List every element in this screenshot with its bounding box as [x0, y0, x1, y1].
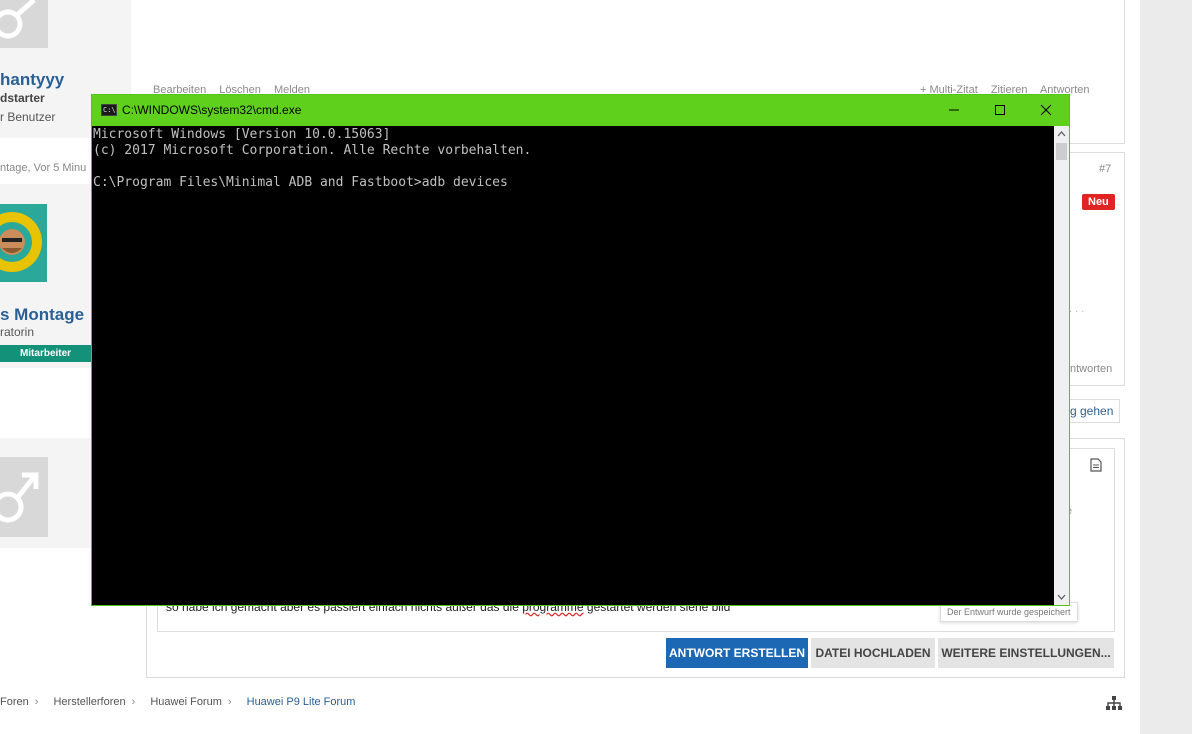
post1-user-title: r Benutzer: [0, 110, 56, 124]
avatar-photo-icon: [0, 212, 42, 272]
breadcrumb-item[interactable]: Foren: [0, 696, 29, 708]
reply-button[interactable]: ANTWORT ERSTELLEN: [666, 638, 808, 668]
staff-badge: Mitarbeiter: [0, 345, 91, 362]
document-icon[interactable]: [1090, 458, 1102, 472]
new-badge: Neu: [1082, 194, 1115, 210]
post2-signature-dots: . . .: [1069, 303, 1085, 315]
maximize-button[interactable]: [977, 95, 1023, 126]
male-symbol-icon: [0, 0, 36, 39]
more-settings-button[interactable]: WEITERE EINSTELLUNGEN...: [938, 638, 1114, 668]
post2-number[interactable]: #7: [1099, 163, 1111, 175]
post2-user-role: ratorin: [0, 325, 35, 339]
scroll-down-button[interactable]: [1054, 588, 1069, 605]
minimize-icon: [949, 109, 959, 111]
console-line: (c) 2017 Microsoft Corporation. Alle Rec…: [93, 143, 532, 158]
upload-file-button[interactable]: DATEI HOCHLADEN: [811, 638, 935, 668]
breadcrumb: Foren › Herstellerforen › Huawei Forum › Hu…: [0, 696, 361, 708]
post2-reply-link[interactable]: ntworten: [1070, 363, 1112, 375]
console-prompt-line: C:\Program Files\Minimal ADB and Fastboo…: [93, 175, 508, 190]
window-title: C:\WINDOWS\system32\cmd.exe: [122, 103, 302, 117]
scroll-up-button[interactable]: [1054, 126, 1069, 143]
breadcrumb-current[interactable]: Huawei P9 Lite Forum: [247, 696, 356, 708]
cmd-console-icon[interactable]: C:\: [101, 104, 117, 116]
post2-username[interactable]: s Montage: [0, 305, 84, 325]
cmd-titlebar[interactable]: C:\ C:\WINDOWS\system32\cmd.exe: [92, 95, 1069, 126]
male-symbol-icon: [0, 472, 39, 523]
post2-date: ntage, Vor 5 Minu: [0, 162, 87, 174]
chevron-down-icon: [1057, 594, 1066, 600]
breadcrumb-item[interactable]: Herstellerforen: [53, 696, 125, 708]
chevron-right-icon: ›: [227, 696, 232, 708]
maximize-icon: [995, 105, 1005, 115]
console-scrollbar[interactable]: [1054, 126, 1069, 605]
console-line: Microsoft Windows [Version 10.0.15063]: [93, 127, 391, 142]
cmd-window[interactable]: C:\ C:\WINDOWS\system32\cmd.exe Microsof…: [91, 94, 1070, 606]
reply-avatar[interactable]: [0, 457, 48, 537]
post1-username[interactable]: hantyyy: [0, 70, 64, 90]
chevron-up-icon: [1057, 131, 1066, 137]
sitemap-icon[interactable]: [1106, 696, 1122, 710]
scroll-thumb[interactable]: [1056, 143, 1067, 160]
minimize-button[interactable]: [931, 95, 977, 126]
post2-message: [1068, 152, 1125, 386]
close-icon: [1040, 104, 1052, 116]
post2-avatar[interactable]: [0, 204, 47, 282]
post1-avatar[interactable]: [0, 0, 48, 48]
chevron-right-icon: ›: [131, 696, 136, 708]
breadcrumb-item[interactable]: Huawei Forum: [150, 696, 222, 708]
post1-user-role: dstarter: [0, 91, 45, 105]
close-button[interactable]: [1023, 95, 1069, 126]
chevron-right-icon: ›: [34, 696, 39, 708]
console-output[interactable]: Microsoft Windows [Version 10.0.15063] (…: [92, 126, 1054, 605]
page-gutter: [1140, 0, 1192, 734]
goto-link[interactable]: g gehen: [1063, 399, 1121, 423]
